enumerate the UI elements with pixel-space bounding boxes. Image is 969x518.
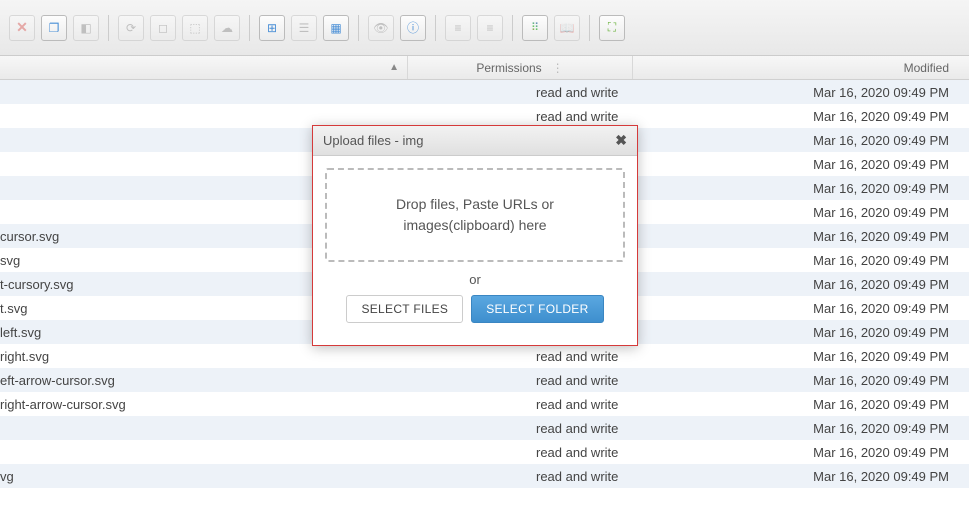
cell-modified: Mar 16, 2020 09:49 PM (633, 85, 969, 100)
book-icon: 📖 (560, 21, 575, 35)
toolbar-separator (358, 15, 359, 41)
column-resize-handle[interactable]: ⋮ (552, 61, 564, 75)
info-icon: ⓘ (407, 19, 419, 36)
select-icon: ◻ (158, 21, 168, 35)
toolbar-copy-btn[interactable]: ❐ (41, 15, 67, 41)
cell-modified: Mar 16, 2020 09:49 PM (633, 229, 969, 244)
toolbar-separator (108, 15, 109, 41)
cell-modified: Mar 16, 2020 09:49 PM (633, 181, 969, 196)
sort-desc-icon: ≡ (486, 21, 493, 35)
cell-modified: Mar 16, 2020 09:49 PM (633, 205, 969, 220)
toolbar-paste-btn[interactable]: ◧ (73, 15, 99, 41)
cell-name: eft-arrow-cursor.svg (0, 373, 408, 388)
cell-modified: Mar 16, 2020 09:49 PM (633, 469, 969, 484)
toolbar-separator (512, 15, 513, 41)
toolbar-grid-btn[interactable]: ⊞ (259, 15, 285, 41)
cell-modified: Mar 16, 2020 09:49 PM (633, 445, 969, 460)
cell-modified: Mar 16, 2020 09:49 PM (633, 133, 969, 148)
cell-modified: Mar 16, 2020 09:49 PM (633, 253, 969, 268)
toolbar-list-btn[interactable]: ☰ (291, 15, 317, 41)
select-files-button[interactable]: SELECT FILES (346, 295, 463, 323)
header-permissions-label: Permissions (476, 61, 541, 75)
cell-permissions: read and write (408, 373, 633, 388)
refresh-icon: ⟳ (126, 21, 136, 35)
toolbar-apps-btn[interactable]: ⠿ (522, 15, 548, 41)
toolbar-close-btn[interactable]: ✕ (9, 15, 35, 41)
cell-permissions: read and write (408, 421, 633, 436)
cell-permissions: read and write (408, 349, 633, 364)
cell-modified: Mar 16, 2020 09:49 PM (633, 325, 969, 340)
apps-icon: ⠿ (531, 21, 539, 34)
cell-name: right.svg (0, 349, 408, 364)
toolbar-crop-btn[interactable]: ⬚ (182, 15, 208, 41)
list-icon: ☰ (299, 21, 310, 35)
copy-icon: ❐ (49, 21, 60, 35)
expand-icon: ⛶ (608, 20, 616, 35)
toolbar-cloud-btn[interactable]: ☁ (214, 15, 240, 41)
cell-modified: Mar 16, 2020 09:49 PM (633, 349, 969, 364)
cell-modified: Mar 16, 2020 09:49 PM (633, 301, 969, 316)
toolbar-separator (249, 15, 250, 41)
cell-modified: Mar 16, 2020 09:49 PM (633, 373, 969, 388)
toolbar-refresh-btn[interactable]: ⟳ (118, 15, 144, 41)
toolbar-separator (435, 15, 436, 41)
toolbar-preview-btn[interactable]: 👁 (368, 15, 394, 41)
toolbar-fullscreen-btn[interactable]: ⛶ (599, 15, 625, 41)
cell-modified: Mar 16, 2020 09:49 PM (633, 277, 969, 292)
cell-modified: Mar 16, 2020 09:49 PM (633, 397, 969, 412)
select-folder-button[interactable]: SELECT FOLDER (471, 295, 603, 323)
dialog-buttons: SELECT FILES SELECT FOLDER (325, 295, 625, 333)
upload-dialog: Upload files - img ✖ Drop files, Paste U… (312, 125, 638, 346)
dropzone[interactable]: Drop files, Paste URLs or images(clipboa… (325, 168, 625, 262)
grid-icon: ⊞ (267, 21, 277, 35)
tiles-icon: ▦ (330, 21, 341, 35)
cell-name: vg (0, 469, 408, 484)
table-row[interactable]: right-arrow-cursor.svgread and writeMar … (0, 392, 969, 416)
dialog-close-button[interactable]: ✖ (615, 132, 627, 149)
dialog-body: Drop files, Paste URLs or images(clipboa… (313, 156, 637, 345)
header-permissions[interactable]: Permissions ⋮ (408, 56, 633, 79)
toolbar-sort-desc-btn[interactable]: ≡ (477, 15, 503, 41)
cell-modified: Mar 16, 2020 09:49 PM (633, 157, 969, 172)
cell-modified: Mar 16, 2020 09:49 PM (633, 421, 969, 436)
eye-icon: 👁 (373, 21, 388, 35)
table-row[interactable]: eft-arrow-cursor.svgread and writeMar 16… (0, 368, 969, 392)
header-modified-label: Modified (904, 61, 949, 75)
dropzone-text-line2: images(clipboard) here (337, 215, 613, 236)
sort-arrow-icon: ▲ (389, 62, 399, 73)
header-name[interactable]: ▲ (0, 56, 408, 79)
cell-permissions: read and write (408, 445, 633, 460)
cell-permissions: read and write (408, 109, 633, 124)
cell-permissions: read and write (408, 469, 633, 484)
cloud-icon: ☁ (221, 21, 233, 35)
table-row[interactable]: read and writeMar 16, 2020 09:49 PM (0, 416, 969, 440)
toolbar: ✕ ❐ ◧ ⟳ ◻ ⬚ ☁ ⊞ ☰ ▦ 👁 ⓘ ≡ ≡ ⠿ 📖 ⛶ (0, 0, 969, 56)
sort-asc-icon: ≡ (454, 21, 461, 35)
toolbar-info-btn[interactable]: ⓘ (400, 15, 426, 41)
or-separator: or (325, 272, 625, 287)
toolbar-select-btn[interactable]: ◻ (150, 15, 176, 41)
table-row[interactable]: right.svgread and writeMar 16, 2020 09:4… (0, 344, 969, 368)
table-row[interactable]: read and writeMar 16, 2020 09:49 PM (0, 440, 969, 464)
toolbar-help-btn[interactable]: 📖 (554, 15, 580, 41)
cell-name: right-arrow-cursor.svg (0, 397, 408, 412)
table-header: ▲ Permissions ⋮ Modified (0, 56, 969, 80)
dropzone-text-line1: Drop files, Paste URLs or (337, 194, 613, 215)
cell-permissions: read and write (408, 397, 633, 412)
cell-permissions: read and write (408, 85, 633, 100)
table-row[interactable]: read and writeMar 16, 2020 09:49 PM (0, 80, 969, 104)
toolbar-tiles-btn[interactable]: ▦ (323, 15, 349, 41)
cell-modified: Mar 16, 2020 09:49 PM (633, 109, 969, 124)
paste-icon: ◧ (80, 21, 91, 35)
dialog-title-text: Upload files - img (323, 133, 423, 148)
toolbar-separator (589, 15, 590, 41)
toolbar-sort-asc-btn[interactable]: ≡ (445, 15, 471, 41)
dialog-titlebar[interactable]: Upload files - img ✖ (313, 126, 637, 156)
crop-icon: ⬚ (189, 21, 200, 35)
close-icon: ✕ (16, 19, 28, 36)
header-modified[interactable]: Modified (633, 56, 969, 79)
table-row[interactable]: vgread and writeMar 16, 2020 09:49 PM (0, 464, 969, 488)
